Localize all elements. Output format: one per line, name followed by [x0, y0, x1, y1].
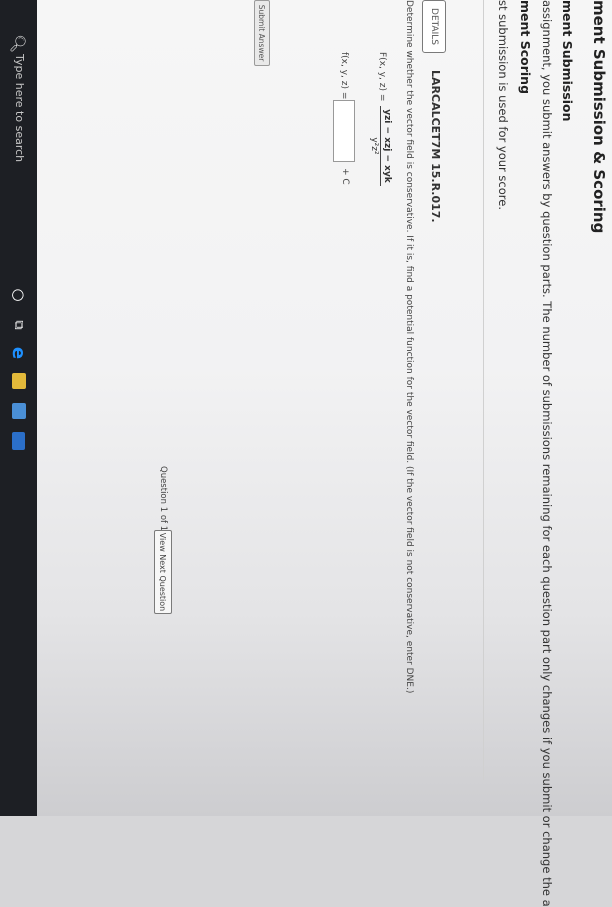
submit-answer-button[interactable]: Submit Answer: [254, 0, 270, 66]
submission-heading: ment Submission: [560, 0, 575, 122]
fraction-numerator: yzi − xzj − xyk: [380, 106, 392, 186]
details-button[interactable]: DETAILS: [422, 0, 446, 53]
answer-input[interactable]: [333, 100, 355, 162]
taskbar-row: 🔍︎ Type here to search ○ ⧉ e: [0, 0, 37, 816]
task-view-icon[interactable]: ⧉: [9, 315, 29, 335]
mail-icon[interactable]: [12, 432, 25, 450]
question-counter: Question 1 of 13: [158, 466, 168, 537]
view-next-question-button[interactable]: View Next Question: [154, 530, 172, 614]
fraction-denominator: y²z²: [369, 137, 379, 155]
page-content: ment Submission & Scoring ment Submissio…: [0, 0, 612, 907]
divider: [483, 0, 484, 780]
search-placeholder: Type here to search: [13, 54, 26, 163]
vector-field-label: F(x, y, z) =: [377, 52, 387, 102]
file-explorer-icon[interactable]: [12, 373, 26, 389]
store-icon[interactable]: [12, 403, 26, 419]
answer-label: f(x, y, z) =: [339, 52, 349, 100]
vector-field-fraction: yzi − xzj − xyk y²z²: [369, 106, 392, 186]
taskbar-search[interactable]: 🔍︎ Type here to search: [0, 30, 37, 270]
page-title: ment Submission & Scoring: [590, 0, 608, 234]
submission-text: assignment, you submit answers by questi…: [540, 0, 554, 907]
constant-label: + C: [340, 168, 350, 185]
question-prompt: Determine whether the vector field is co…: [404, 0, 414, 694]
search-icon: 🔍︎: [9, 34, 27, 54]
scoring-text: st submission is used for your score.: [496, 0, 510, 210]
question-code: LARCALCET7M 15.R.017.: [429, 70, 442, 223]
cortana-icon[interactable]: ○: [9, 285, 29, 305]
edge-browser-icon[interactable]: e: [9, 343, 30, 363]
scoring-heading: ment Scoring: [518, 0, 533, 95]
